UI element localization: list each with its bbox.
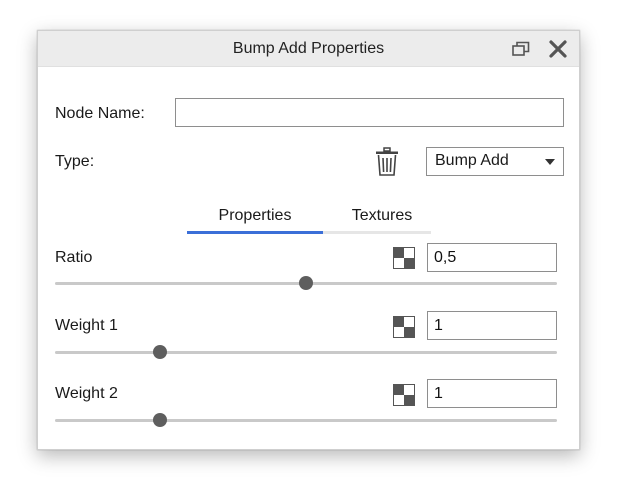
weight-2-slider-thumb[interactable] bbox=[153, 413, 168, 427]
weight-2-input[interactable] bbox=[427, 379, 557, 408]
weight-1-input[interactable] bbox=[427, 311, 557, 340]
chevron-down-icon bbox=[545, 159, 555, 165]
ratio-slider-thumb[interactable] bbox=[299, 276, 313, 290]
checker-map-icon[interactable] bbox=[393, 316, 415, 338]
weight-1-slider-thumb[interactable] bbox=[153, 345, 168, 359]
weight-1-slider[interactable] bbox=[55, 345, 557, 359]
type-select-value: Bump Add bbox=[435, 152, 509, 169]
ratio-label: Ratio bbox=[55, 249, 93, 266]
type-label: Type: bbox=[55, 153, 95, 170]
checker-map-icon[interactable] bbox=[393, 384, 415, 406]
checker-map-icon[interactable] bbox=[393, 247, 415, 269]
weight-2-label: Weight 2 bbox=[55, 385, 118, 402]
ratio-input[interactable] bbox=[427, 243, 557, 272]
active-tab-indicator bbox=[187, 231, 323, 234]
type-select[interactable]: Bump Add bbox=[426, 147, 564, 176]
dialog-title: Bump Add Properties bbox=[232, 40, 385, 57]
stage: Bump Add Properties Node Name: Type: Bum… bbox=[0, 0, 619, 490]
tab-properties[interactable]: Properties bbox=[187, 207, 323, 225]
weight-2-slider[interactable] bbox=[55, 413, 557, 427]
bump-add-properties-dialog: Bump Add Properties Node Name: Type: Bum… bbox=[37, 30, 580, 450]
ratio-slider[interactable] bbox=[55, 276, 557, 290]
node-name-input[interactable] bbox=[175, 98, 564, 127]
title-bar[interactable]: Bump Add Properties bbox=[38, 31, 579, 67]
trash-icon[interactable] bbox=[375, 147, 399, 177]
node-name-label: Node Name: bbox=[55, 105, 145, 122]
close-icon[interactable] bbox=[547, 38, 569, 60]
tab-textures[interactable]: Textures bbox=[333, 207, 431, 225]
weight-1-label: Weight 1 bbox=[55, 317, 118, 334]
restore-window-icon[interactable] bbox=[512, 41, 530, 57]
